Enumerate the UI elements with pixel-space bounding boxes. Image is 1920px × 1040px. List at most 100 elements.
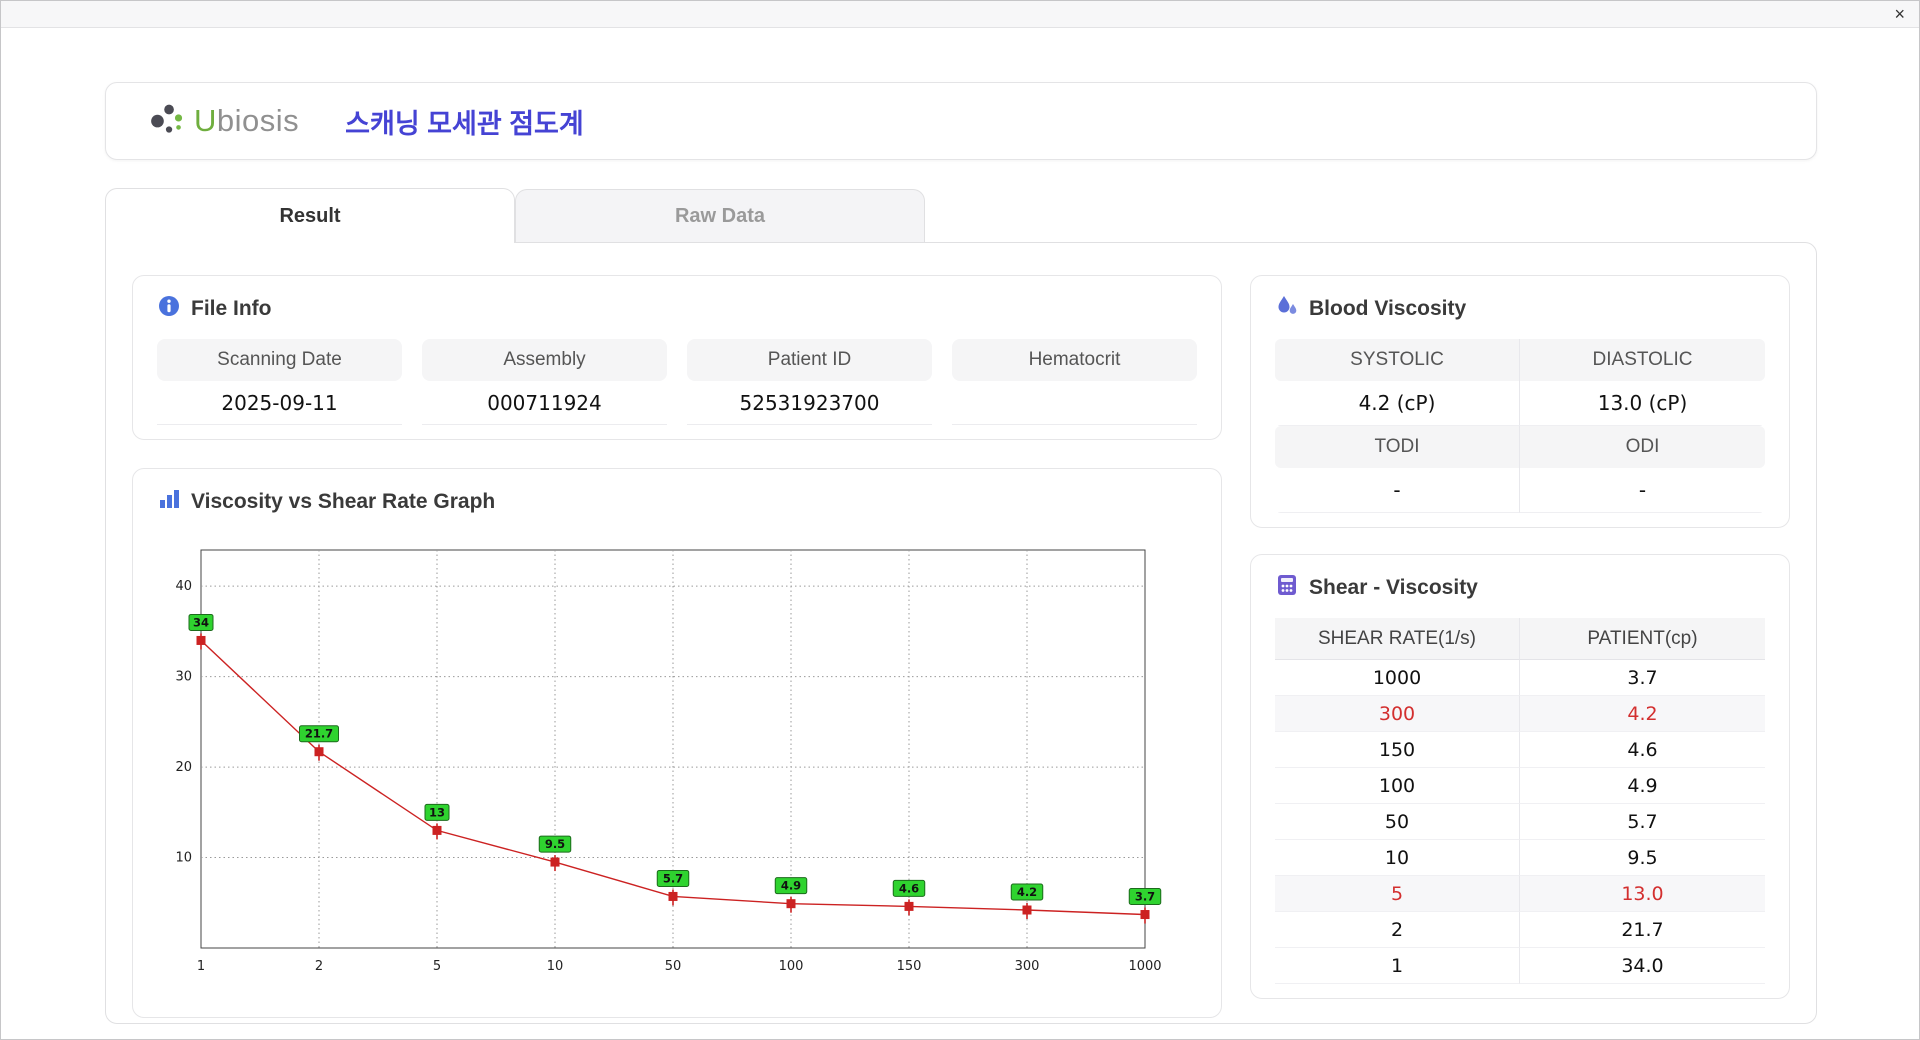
field-hematocrit: Hematocrit	[952, 339, 1197, 425]
close-icon[interactable]: ×	[1894, 3, 1905, 25]
ubiosis-logo-mark-icon	[148, 101, 188, 142]
main-content: Ubiosis 스캐닝 모세관 점도계 Result Raw Data File…	[1, 28, 1919, 1024]
shear-rate-cell: 1	[1275, 948, 1520, 984]
shear-rate-cell: 2	[1275, 912, 1520, 948]
svg-text:4.6: 4.6	[899, 881, 919, 895]
diastolic-label: DIASTOLIC	[1520, 339, 1765, 381]
field-label: Scanning Date	[157, 339, 402, 381]
svg-text:21.7: 21.7	[305, 727, 333, 741]
svg-text:4.2: 4.2	[1017, 885, 1037, 899]
odi-label: ODI	[1520, 426, 1765, 468]
tab-result[interactable]: Result	[105, 188, 515, 243]
blood-viscosity-title: Blood Viscosity	[1309, 296, 1467, 320]
svg-text:13: 13	[429, 805, 445, 819]
field-assembly: Assembly 000711924	[422, 339, 667, 425]
svg-text:30: 30	[175, 670, 192, 685]
table-row[interactable]: 150 4.6	[1275, 732, 1765, 768]
svg-text:34: 34	[193, 615, 209, 629]
table-row[interactable]: 1000 3.7	[1275, 660, 1765, 696]
svg-text:5: 5	[433, 959, 441, 974]
shear-rate-column-header: SHEAR RATE(1/s)	[1275, 618, 1520, 660]
graph-card: Viscosity vs Shear Rate Graph 10 20 30 40 1 2…	[132, 468, 1222, 1018]
systolic-label: SYSTOLIC	[1275, 339, 1520, 381]
info-icon	[157, 294, 181, 323]
shear-rate-cell: 50	[1275, 804, 1520, 840]
calculator-icon	[1275, 573, 1299, 602]
graph-title: Viscosity vs Shear Rate Graph	[191, 489, 496, 513]
droplets-icon	[1275, 294, 1299, 323]
file-info-card: File Info Scanning Date 2025-09-11 Assem…	[132, 275, 1222, 440]
patient-column-header: PATIENT(cp)	[1520, 618, 1765, 660]
svg-text:3.7: 3.7	[1135, 890, 1155, 904]
svg-text:5.7: 5.7	[663, 871, 683, 885]
app-window: × Ubiosis 스캐닝 모세관 점도계 Result Raw Data Fi…	[0, 0, 1920, 1040]
graph-header: Viscosity vs Shear Rate Graph	[157, 487, 1197, 516]
tab-bar: Result Raw Data	[105, 188, 1817, 243]
tab-raw-data[interactable]: Raw Data	[515, 189, 925, 242]
svg-text:300: 300	[1015, 959, 1040, 974]
file-info-title: File Info	[191, 296, 272, 320]
field-value: 000711924	[422, 381, 667, 425]
svg-text:40: 40	[175, 579, 192, 594]
shear-viscosity-card: Shear - Viscosity SHEAR RATE(1/s) PATIEN…	[1250, 554, 1790, 999]
patient-cell: 5.7	[1520, 804, 1765, 840]
logo-text: Ubiosis	[194, 103, 300, 138]
bv-value-row: - -	[1275, 468, 1765, 513]
field-value: 2025-09-11	[157, 381, 402, 425]
svg-text:1: 1	[197, 959, 205, 974]
svg-text:9.5: 9.5	[545, 837, 565, 851]
viscosity-chart: 10 20 30 40 1 2 5 10 50 100 150 300 1000 34 21.7 13 9.5 5…	[157, 532, 1197, 1003]
bv-header-row: SYSTOLIC DIASTOLIC	[1275, 339, 1765, 381]
svg-text:100: 100	[779, 959, 804, 974]
svg-text:2: 2	[315, 959, 323, 974]
todi-value: -	[1275, 468, 1520, 513]
left-column: File Info Scanning Date 2025-09-11 Assem…	[132, 275, 1222, 1018]
field-scanning-date: Scanning Date 2025-09-11	[157, 339, 402, 425]
patient-cell: 21.7	[1520, 912, 1765, 948]
svg-text:50: 50	[665, 959, 682, 974]
bar-chart-icon	[157, 487, 181, 516]
diastolic-value: 13.0 (cP)	[1520, 381, 1765, 426]
bv-value-row: 4.2 (cP) 13.0 (cP)	[1275, 381, 1765, 426]
ubiosis-logo: Ubiosis	[148, 101, 299, 142]
table-row[interactable]: 1 34.0	[1275, 948, 1765, 984]
table-row[interactable]: 5 13.0	[1275, 876, 1765, 912]
table-row[interactable]: 2 21.7	[1275, 912, 1765, 948]
shear-rate-cell: 1000	[1275, 660, 1520, 696]
blood-viscosity-header: Blood Viscosity	[1275, 294, 1765, 323]
blood-viscosity-card: Blood Viscosity SYSTOLIC DIASTOLIC 4.2 (…	[1250, 275, 1790, 528]
table-row[interactable]: 100 4.9	[1275, 768, 1765, 804]
table-row[interactable]: 300 4.2	[1275, 696, 1765, 732]
table-row[interactable]: 50 5.7	[1275, 804, 1765, 840]
header-card: Ubiosis 스캐닝 모세관 점도계	[105, 82, 1817, 160]
field-label: Patient ID	[687, 339, 932, 381]
patient-cell: 4.2	[1520, 696, 1765, 732]
shear-rate-cell: 5	[1275, 876, 1520, 912]
field-value	[952, 381, 1197, 425]
patient-cell: 34.0	[1520, 948, 1765, 984]
table-row[interactable]: 10 9.5	[1275, 840, 1765, 876]
shear-table-header-row: SHEAR RATE(1/s) PATIENT(cp)	[1275, 618, 1765, 660]
field-value: 52531923700	[687, 381, 932, 425]
field-label: Hematocrit	[952, 339, 1197, 381]
page-title: 스캐닝 모세관 점도계	[345, 108, 584, 139]
patient-cell: 4.6	[1520, 732, 1765, 768]
shear-rate-cell: 150	[1275, 732, 1520, 768]
right-column: Blood Viscosity SYSTOLIC DIASTOLIC 4.2 (…	[1250, 275, 1790, 999]
todi-label: TODI	[1275, 426, 1520, 468]
field-patient-id: Patient ID 52531923700	[687, 339, 932, 425]
file-info-fields: Scanning Date 2025-09-11 Assembly 000711…	[157, 339, 1197, 425]
shear-rate-cell: 100	[1275, 768, 1520, 804]
bv-header-row: TODI ODI	[1275, 426, 1765, 468]
svg-text:10: 10	[175, 851, 192, 866]
shear-viscosity-table: SHEAR RATE(1/s) PATIENT(cp) 1000 3.7 300…	[1275, 618, 1765, 984]
patient-cell: 4.9	[1520, 768, 1765, 804]
shear-viscosity-header: Shear - Viscosity	[1275, 573, 1765, 602]
svg-text:4.9: 4.9	[781, 879, 801, 893]
patient-cell: 13.0	[1520, 876, 1765, 912]
shear-rate-cell: 300	[1275, 696, 1520, 732]
field-label: Assembly	[422, 339, 667, 381]
shear-viscosity-title: Shear - Viscosity	[1309, 575, 1478, 599]
window-titlebar: ×	[1, 1, 1919, 28]
svg-text:150: 150	[897, 959, 922, 974]
